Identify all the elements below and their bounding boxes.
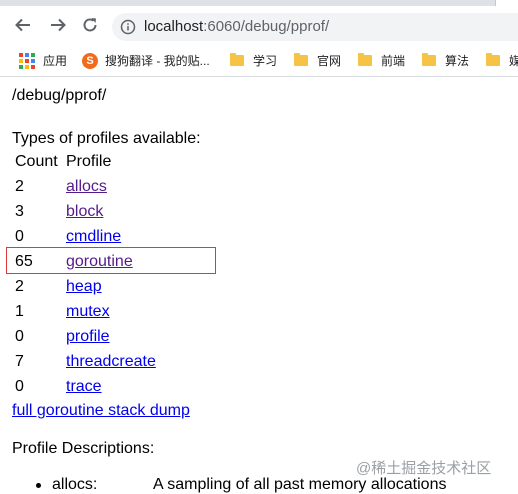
descriptions-heading: Profile Descriptions:: [12, 440, 155, 457]
types-heading: Types of profiles available:: [12, 130, 201, 147]
folder-icon: [422, 53, 436, 66]
profile-link-threadcreate[interactable]: threadcreate: [66, 353, 156, 370]
description-name: allocs:: [52, 476, 98, 493]
back-arrow-icon: [15, 18, 30, 32]
full-goroutine-dump-link[interactable]: full goroutine stack dump: [12, 402, 190, 419]
back-button[interactable]: [10, 12, 36, 38]
profile-link-profile[interactable]: profile: [66, 328, 110, 345]
bookmark-folder-algorithms[interactable]: 算法: [422, 52, 469, 69]
profile-link-block[interactable]: block: [66, 203, 103, 220]
forward-arrow-icon: [51, 18, 66, 32]
profile-count: 0: [15, 378, 24, 395]
bookmark-folder-media[interactable]: 媒: [486, 52, 518, 69]
url-path: :6060/debug/pprof/: [203, 18, 330, 35]
page-content: /debug/pprof/ Types of profiles availabl…: [0, 77, 518, 493]
profile-link-trace[interactable]: trace: [66, 378, 102, 395]
profile-count: 2: [15, 178, 24, 195]
bookmarks-bar: 应用 S 搜狗翻译 - 我的贴... 学习 官网 前端 算法 媒: [0, 44, 518, 77]
profile-link-mutex[interactable]: mutex: [66, 303, 110, 320]
page-title: /debug/pprof/: [12, 87, 107, 104]
profile-link-heap[interactable]: heap: [66, 278, 102, 295]
sogou-icon: S: [82, 52, 98, 69]
profile-count: 3: [15, 203, 24, 220]
bookmark-label: 前端: [381, 54, 406, 68]
reload-icon: [83, 18, 97, 32]
apps-grid-icon: [19, 52, 35, 69]
description-text: A sampling of all past memory allocation…: [153, 476, 447, 493]
profile-count: 65: [15, 253, 33, 270]
bookmark-folder-study[interactable]: 学习: [230, 52, 277, 69]
column-header-profile: Profile: [66, 153, 112, 170]
bookmark-label: 算法: [445, 54, 470, 68]
profile-count: 7: [15, 353, 24, 370]
bookmark-label: 搜狗翻译 - 我的贴...: [105, 54, 210, 68]
url-text[interactable]: localhost:6060/debug/pprof/: [144, 18, 329, 35]
bullet-icon: [36, 483, 41, 488]
watermark: @稀土掘金技术社区: [356, 460, 492, 477]
browser-toolbar: localhost:6060/debug/pprof/: [0, 6, 518, 44]
info-icon[interactable]: [120, 19, 136, 35]
bookmark-folder-frontend[interactable]: 前端: [358, 52, 405, 69]
profile-count: 0: [15, 328, 24, 345]
profile-link-cmdline[interactable]: cmdline: [66, 228, 121, 245]
bookmark-sogou[interactable]: S 搜狗翻译 - 我的贴...: [82, 52, 210, 69]
profile-link-goroutine[interactable]: goroutine: [66, 253, 133, 270]
bookmark-folder-official[interactable]: 官网: [294, 52, 341, 69]
url-host: localhost: [144, 18, 204, 35]
folder-icon: [358, 53, 372, 66]
profile-link-allocs[interactable]: allocs: [66, 178, 107, 195]
forward-button[interactable]: [45, 12, 71, 38]
reload-button[interactable]: [77, 12, 103, 38]
address-bar[interactable]: localhost:6060/debug/pprof/: [112, 13, 518, 41]
profile-count: 2: [15, 278, 24, 295]
profile-count: 0: [15, 228, 24, 245]
bookmark-apps[interactable]: 应用: [19, 52, 67, 69]
folder-icon: [294, 53, 308, 66]
bookmark-label: 媒: [509, 54, 518, 68]
bookmark-label: 学习: [253, 54, 278, 68]
bookmark-label: 应用: [43, 54, 68, 68]
folder-icon: [230, 53, 244, 66]
column-header-count: Count: [15, 153, 58, 170]
folder-icon: [486, 53, 500, 66]
bookmark-label: 官网: [317, 54, 342, 68]
profile-count: 1: [15, 303, 24, 320]
